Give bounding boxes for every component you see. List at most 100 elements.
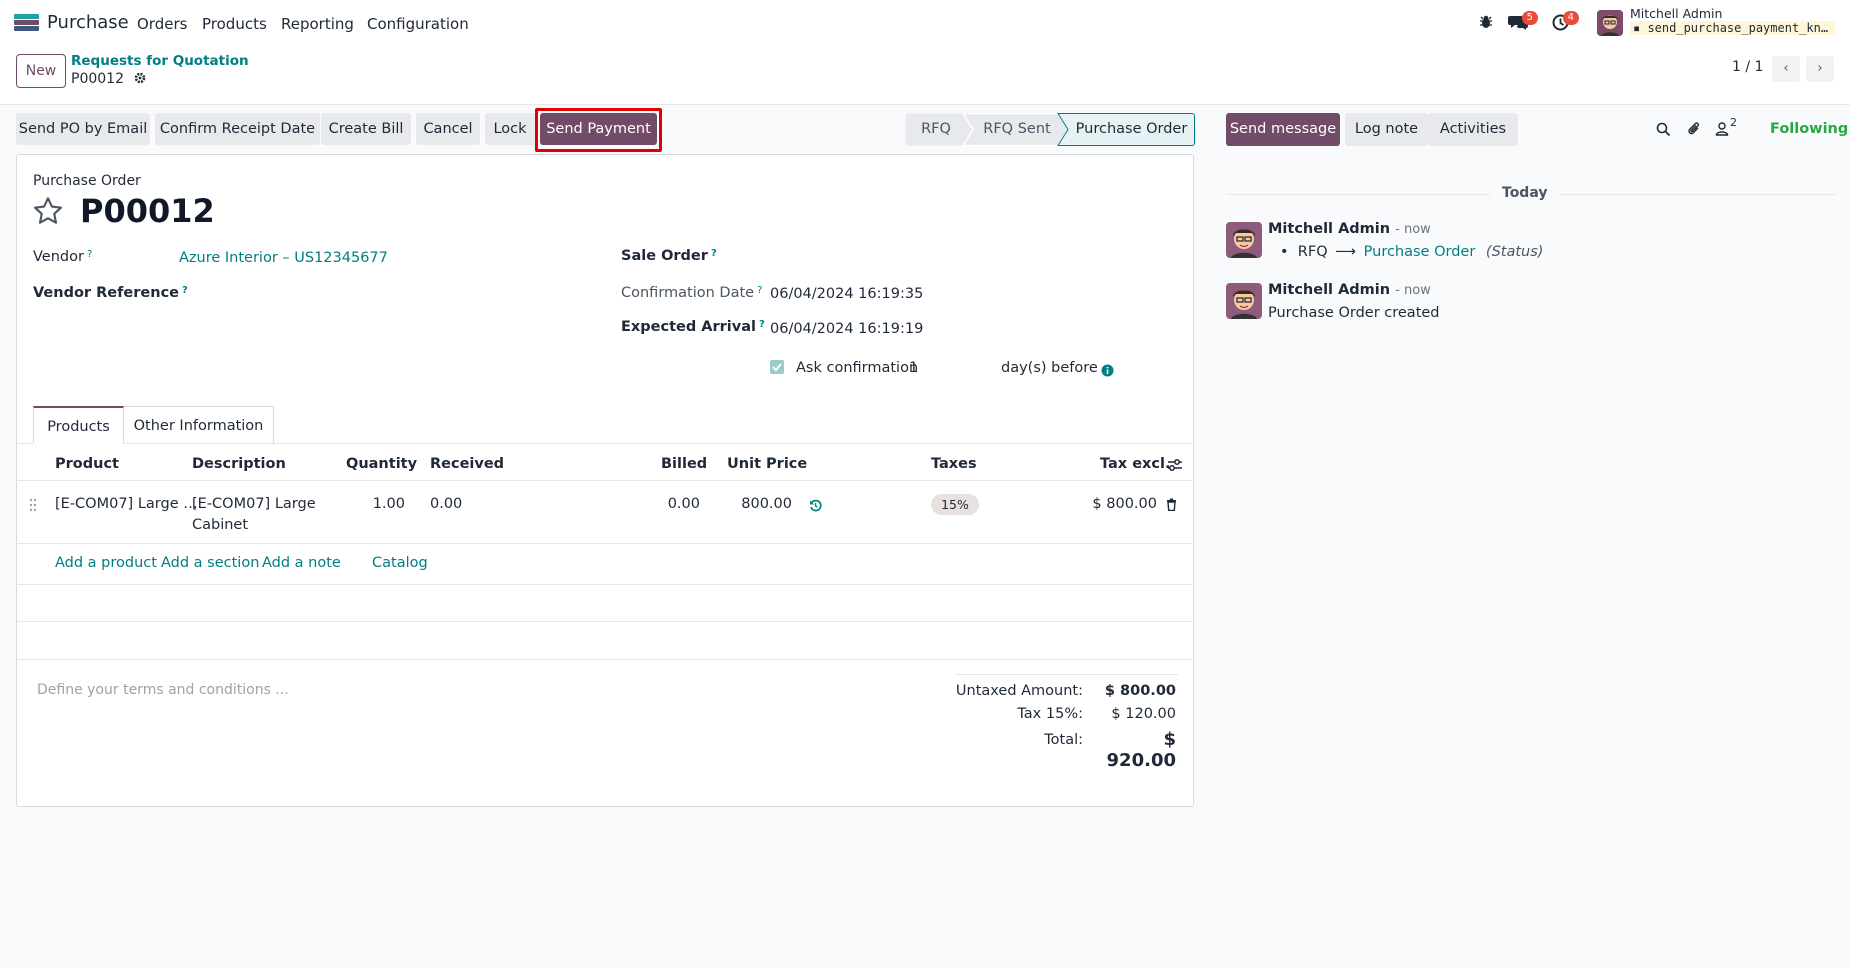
vendor-help-icon[interactable]: ? xyxy=(87,249,92,260)
total-label: Total: xyxy=(1044,732,1083,748)
send-message-button[interactable]: Send message xyxy=(1226,113,1340,146)
message-author[interactable]: Mitchell Admin - now xyxy=(1268,282,1431,298)
tracking-old-value: RFQ xyxy=(1297,244,1328,260)
reset-price-icon[interactable] xyxy=(809,499,822,516)
message-author-avatar[interactable] xyxy=(1226,283,1262,319)
activities-count-badge: 4 xyxy=(1562,11,1579,25)
menu-orders[interactable]: Orders xyxy=(137,15,187,33)
app-logo-icon[interactable] xyxy=(14,14,39,31)
col-taxes-header[interactable]: Taxes xyxy=(931,456,977,472)
tab-products[interactable]: Products xyxy=(33,406,124,444)
document-type-label: Purchase Order xyxy=(33,173,141,189)
pager-previous-button[interactable]: ‹ xyxy=(1772,56,1800,82)
debug-bug-icon[interactable] xyxy=(1478,14,1494,34)
send-po-by-email-button[interactable]: Send PO by Email xyxy=(16,113,150,145)
vendor-field[interactable]: Azure Interior – US12345677 xyxy=(179,250,388,266)
messages-icon[interactable]: 5 xyxy=(1508,11,1538,35)
row-received[interactable]: 0.00 xyxy=(430,496,462,512)
expected-arrival-field[interactable]: 06/04/2024 16:19:19 xyxy=(770,321,923,337)
gear-icon[interactable] xyxy=(134,72,146,88)
new-button[interactable]: New xyxy=(16,54,66,88)
row-unit-price[interactable]: 800.00 xyxy=(730,496,792,512)
col-received-header[interactable]: Received xyxy=(430,456,504,472)
tax-label: Tax 15%: xyxy=(1017,706,1083,722)
user-avatar[interactable] xyxy=(1597,10,1623,36)
pager-next-button[interactable]: › xyxy=(1806,56,1834,82)
tab-other-information[interactable]: Other Information xyxy=(124,406,274,444)
message-author-name[interactable]: Mitchell Admin xyxy=(1268,221,1390,237)
following-button[interactable]: Following xyxy=(1770,121,1848,137)
activities-button[interactable]: Activities xyxy=(1428,113,1518,146)
untaxed-amount-value: $ 800.00 xyxy=(1104,683,1176,699)
add-links-divider xyxy=(16,584,1194,585)
followers-user-icon[interactable] xyxy=(1715,121,1729,141)
expected-arrival-label: Expected Arrival? xyxy=(621,319,765,335)
col-tax-excl-header[interactable]: Tax excl. xyxy=(1100,456,1170,472)
search-icon[interactable] xyxy=(1656,122,1671,141)
delete-row-trash-icon[interactable] xyxy=(1166,498,1177,515)
row-product[interactable]: [E-COM07] Large … xyxy=(55,496,198,512)
ask-confirmation-label: Ask confirmation xyxy=(796,360,919,376)
user-name[interactable]: Mitchell Admin xyxy=(1630,6,1722,21)
confirm-receipt-date-button[interactable]: Confirm Receipt Date xyxy=(155,113,320,145)
message-author[interactable]: Mitchell Admin - now xyxy=(1268,221,1431,237)
breadcrumb-current-text: P00012 xyxy=(71,71,124,87)
empty-row-divider-2 xyxy=(16,659,1194,660)
row-subtotal: $ 800.00 xyxy=(1092,496,1157,512)
menu-products[interactable]: Products xyxy=(202,15,267,33)
message-author-avatar[interactable] xyxy=(1226,222,1262,258)
confirmation-date-label: Confirmation Date? xyxy=(621,285,762,301)
ask-confirmation-checkbox[interactable] xyxy=(770,360,784,374)
vendor-reference-label-text: Vendor Reference xyxy=(33,285,180,301)
status-rfq-sent[interactable]: RFQ Sent xyxy=(972,113,1062,146)
untaxed-amount-label: Untaxed Amount: xyxy=(955,683,1083,699)
message-author-name[interactable]: Mitchell Admin xyxy=(1268,282,1390,298)
drag-handle-icon[interactable] xyxy=(29,498,37,516)
info-icon[interactable] xyxy=(1101,364,1114,381)
database-icon: ▪ xyxy=(1633,21,1648,35)
col-description-header[interactable]: Description xyxy=(192,456,286,472)
highlight-box xyxy=(535,108,662,152)
optional-columns-icon[interactable] xyxy=(1167,458,1183,476)
catalog-link[interactable]: Catalog xyxy=(372,555,428,571)
menu-reporting[interactable]: Reporting xyxy=(281,15,354,33)
menu-configuration[interactable]: Configuration xyxy=(367,15,469,33)
create-bill-button[interactable]: Create Bill xyxy=(321,113,411,145)
expected-arrival-help-icon[interactable]: ? xyxy=(759,319,765,330)
confirmation-date-help-icon[interactable]: ? xyxy=(757,285,762,296)
log-note-button[interactable]: Log note xyxy=(1345,113,1428,146)
cancel-button[interactable]: Cancel xyxy=(416,113,480,145)
row-description-line-2[interactable]: Cabinet xyxy=(192,517,248,533)
activities-clock-icon[interactable]: 4 xyxy=(1552,11,1579,35)
status-purchase-order[interactable]: Purchase Order xyxy=(1068,113,1195,146)
pager-value[interactable]: 1 / 1 xyxy=(1732,59,1763,75)
message-time: - now xyxy=(1395,222,1431,237)
add-note-link[interactable]: Add a note xyxy=(262,555,341,571)
database-name-text: send_purchase_payment_kn… xyxy=(1647,21,1829,35)
lock-button[interactable]: Lock xyxy=(485,113,535,145)
add-section-link[interactable]: Add a section xyxy=(161,555,259,571)
star-icon[interactable] xyxy=(32,195,64,231)
row-description-line-1[interactable]: [E-COM07] Large xyxy=(192,496,316,512)
sale-order-label-text: Sale Order xyxy=(621,248,708,264)
col-billed-header[interactable]: Billed xyxy=(661,456,707,472)
breadcrumb-link[interactable]: Requests for Quotation xyxy=(71,53,249,69)
row-quantity[interactable]: 1.00 xyxy=(340,496,405,512)
col-unit-price-header[interactable]: Unit Price xyxy=(727,456,807,472)
row-tax-badge[interactable]: 15% xyxy=(931,494,979,515)
attachment-paperclip-icon[interactable] xyxy=(1687,121,1701,141)
checkmark-icon xyxy=(772,363,782,372)
col-product-header[interactable]: Product xyxy=(55,456,119,472)
table-header-divider xyxy=(16,480,1194,481)
sale-order-input[interactable] xyxy=(770,243,1170,267)
app-name[interactable]: Purchase xyxy=(47,12,129,33)
vendor-reference-input[interactable] xyxy=(179,280,579,304)
confirmation-date-label-text: Confirmation Date xyxy=(621,285,755,301)
add-product-link[interactable]: Add a product xyxy=(55,555,157,571)
document-name: P00012 xyxy=(80,192,215,230)
sale-order-help-icon[interactable]: ? xyxy=(711,248,717,259)
col-quantity-header[interactable]: Quantity xyxy=(346,456,417,472)
ask-confirmation-days-input[interactable]: 1 xyxy=(909,360,918,376)
terms-conditions-input[interactable]: Define your terms and conditions ... xyxy=(37,682,289,698)
status-rfq[interactable]: RFQ xyxy=(905,113,967,146)
